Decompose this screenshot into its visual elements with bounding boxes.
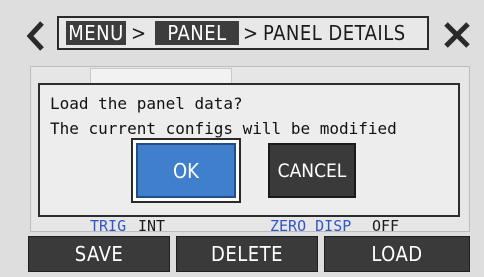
confirm-dialog: Load the panel data? The current configs… (38, 83, 460, 217)
breadcrumb-separator: > (131, 21, 147, 45)
screen: MENU > PANEL > PANEL DETAILS TRIG INT ZE… (0, 0, 484, 277)
close-button[interactable] (442, 20, 472, 50)
breadcrumb-menu[interactable]: MENU (66, 21, 126, 45)
dialog-message-line1: Load the panel data? (50, 94, 243, 113)
load-button[interactable]: LOAD (324, 236, 470, 272)
zero-disp-label: ZERO DISP (270, 217, 352, 235)
cancel-button[interactable]: CANCEL (268, 143, 356, 198)
close-icon (444, 22, 470, 48)
ok-button[interactable]: OK (136, 143, 236, 198)
save-button[interactable]: SAVE (28, 236, 170, 272)
delete-button[interactable]: DELETE (176, 236, 318, 272)
breadcrumb-separator: > (243, 21, 259, 45)
back-button[interactable] (24, 20, 48, 52)
trig-label: TRIG (90, 217, 127, 235)
zero-disp-value: OFF (372, 217, 400, 235)
chevron-left-icon (26, 21, 44, 51)
breadcrumb-panel-details: PANEL DETAILS (263, 21, 406, 45)
breadcrumb-panel[interactable]: PANEL (155, 21, 239, 45)
trig-value: INT (138, 217, 166, 235)
breadcrumb: MENU > PANEL > PANEL DETAILS (57, 16, 429, 50)
dialog-message-line2: The current configs will be modified (50, 119, 397, 138)
